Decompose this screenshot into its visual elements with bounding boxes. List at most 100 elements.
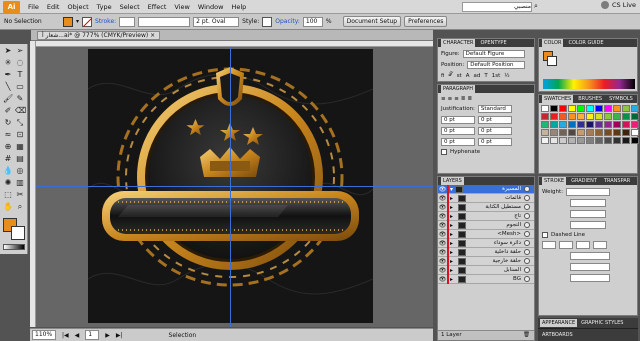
visibility-eye-icon[interactable]: 👁 [438, 240, 447, 247]
tab-stroke[interactable]: STROKE [542, 177, 567, 185]
gradient-tool-icon[interactable]: ▤ [15, 154, 25, 164]
color-swatch[interactable] [577, 121, 585, 128]
dashed-line-checkbox[interactable] [542, 232, 548, 238]
color-swatch[interactable] [604, 129, 612, 136]
color-swatch[interactable] [622, 129, 630, 136]
rectangle-tool-icon[interactable]: ▭ [15, 82, 25, 92]
color-swatch[interactable] [550, 129, 558, 136]
menu-effect[interactable]: Effect [144, 3, 171, 11]
hyphenate-checkbox[interactable] [441, 149, 447, 155]
stroke-weight-field[interactable] [119, 16, 136, 27]
tab-layers[interactable]: LAYERS [441, 177, 464, 185]
justify-all-icon[interactable]: ≣ [467, 96, 472, 102]
search-input[interactable]: منصبي [462, 2, 532, 12]
visibility-eye-icon[interactable]: 👁 [438, 267, 447, 274]
target-icon[interactable] [524, 231, 530, 237]
visibility-eye-icon[interactable]: 👁 [438, 276, 447, 283]
shape-builder-tool-icon[interactable]: ⊕ [3, 142, 13, 152]
visibility-eye-icon[interactable]: 👁 [438, 231, 447, 238]
mesh-tool-icon[interactable]: # [3, 154, 13, 164]
layer-row[interactable]: 👁 ▾ المسيرة [438, 184, 534, 194]
artboard-tool-icon[interactable]: ⬚ [3, 190, 13, 200]
expand-triangle-icon[interactable]: ▸ [450, 222, 456, 229]
color-swatch[interactable] [568, 113, 576, 120]
layer-row[interactable]: 👁 ▸ مستطيل الكتابة [438, 202, 534, 212]
layer-name[interactable]: BG [468, 276, 524, 282]
warp-tool-icon[interactable]: ≈ [3, 130, 13, 140]
expand-triangle-icon[interactable]: ▸ [450, 267, 456, 274]
type-tool-icon[interactable]: T [15, 70, 25, 80]
variable-width-field[interactable] [138, 16, 191, 27]
target-icon[interactable] [524, 186, 530, 192]
pen-tool-icon[interactable]: ✒ [3, 70, 13, 80]
search-icon[interactable]: ⌕ [534, 2, 538, 11]
line-tool-icon[interactable]: ╲ [3, 82, 13, 92]
style-swatch[interactable] [262, 16, 273, 27]
expand-triangle-icon[interactable]: ▸ [450, 276, 456, 283]
pencil-tool-icon[interactable]: ✎ [15, 94, 25, 104]
color-swatch[interactable] [559, 121, 567, 128]
color-swatch[interactable] [541, 105, 549, 112]
menu-file[interactable]: File [24, 3, 43, 11]
color-swatch[interactable] [568, 105, 576, 112]
expand-triangle-icon[interactable]: ▸ [450, 258, 456, 265]
visibility-eye-icon[interactable]: 👁 [438, 195, 447, 202]
tab-graphic-styles[interactable]: GRAPHIC STYLES [579, 319, 625, 327]
tab-color-guide[interactable]: COLOR GUIDE [566, 39, 605, 47]
tab-character[interactable]: CHARACTER [441, 39, 476, 47]
color-swatch[interactable] [595, 137, 603, 144]
target-icon[interactable] [524, 213, 530, 219]
target-icon[interactable] [524, 276, 530, 282]
layer-row[interactable]: 👁 ▸ دائرة سوداء [438, 238, 534, 248]
color-stroke-box[interactable] [547, 56, 557, 66]
layer-name[interactable]: النجوم [468, 222, 524, 228]
first-artboard-icon[interactable]: |◀ [62, 332, 69, 339]
target-icon[interactable] [524, 249, 530, 255]
justification-select[interactable]: Standard [477, 105, 512, 113]
space-before-field[interactable]: 0 pt [478, 127, 512, 135]
zoom-tool-icon[interactable]: ⌕ [15, 202, 25, 212]
color-swatch[interactable] [568, 121, 576, 128]
selection-tool-icon[interactable]: ➤ [3, 46, 13, 56]
tab-artboards[interactable]: ARTBOARDS [540, 331, 575, 339]
color-swatch[interactable] [595, 121, 603, 128]
layer-row[interactable]: 👁 ▸ تاج [438, 211, 534, 221]
free-transform-tool-icon[interactable]: ⊡ [15, 130, 25, 140]
expand-triangle-icon[interactable]: ▾ [450, 186, 453, 193]
perspective-grid-tool-icon[interactable]: ▦ [15, 142, 25, 152]
menu-window[interactable]: Window [194, 3, 228, 11]
color-swatch[interactable] [586, 129, 594, 136]
tab-swatches[interactable]: SWATCHES [542, 95, 574, 103]
artboard-number-field[interactable]: 1 [85, 330, 100, 340]
layer-row[interactable]: 👁 ▸ BG [438, 274, 534, 284]
opacity-field[interactable]: 100 [302, 16, 323, 27]
horizontal-guide[interactable] [36, 186, 433, 187]
color-swatch[interactable] [631, 129, 639, 136]
symbol-sprayer-tool-icon[interactable]: ✺ [3, 178, 13, 188]
align-left-icon[interactable]: ≡ [441, 96, 446, 102]
layer-row[interactable]: 👁 ▸ السنابل [438, 265, 534, 275]
kashida-field[interactable]: 0 pt [478, 138, 512, 146]
layer-name[interactable]: المسيرة [465, 186, 524, 192]
color-swatch[interactable] [577, 113, 585, 120]
color-swatch[interactable] [568, 137, 576, 144]
layer-row[interactable]: 👁 ▸ قائمات [438, 193, 534, 203]
color-swatch[interactable] [568, 129, 576, 136]
opacity-label[interactable]: Opacity: [275, 18, 300, 25]
blend-tool-icon[interactable]: ◎ [15, 166, 25, 176]
menu-edit[interactable]: Edit [43, 3, 64, 11]
weight-field[interactable] [566, 188, 611, 196]
tab-opentype[interactable]: OPENTYPE [478, 39, 508, 47]
color-swatch[interactable] [550, 121, 558, 128]
zoom-field[interactable]: 110% [32, 330, 56, 340]
color-swatch[interactable] [559, 105, 567, 112]
color-swatch[interactable] [577, 129, 585, 136]
document-setup-button[interactable]: Document Setup [342, 16, 402, 27]
target-icon[interactable] [524, 222, 530, 228]
document-tab[interactable]: شعار أ...ai* @ 777% (CMYK/Preview) × [37, 31, 161, 40]
left-indent-field[interactable]: 0 pt [441, 116, 475, 124]
layer-name[interactable]: حلقة داخلية [468, 249, 524, 255]
cap-field[interactable] [570, 199, 606, 207]
paintbrush-tool-icon[interactable]: 🖌 [3, 94, 13, 104]
stroke-label[interactable]: Stroke: [95, 18, 116, 25]
